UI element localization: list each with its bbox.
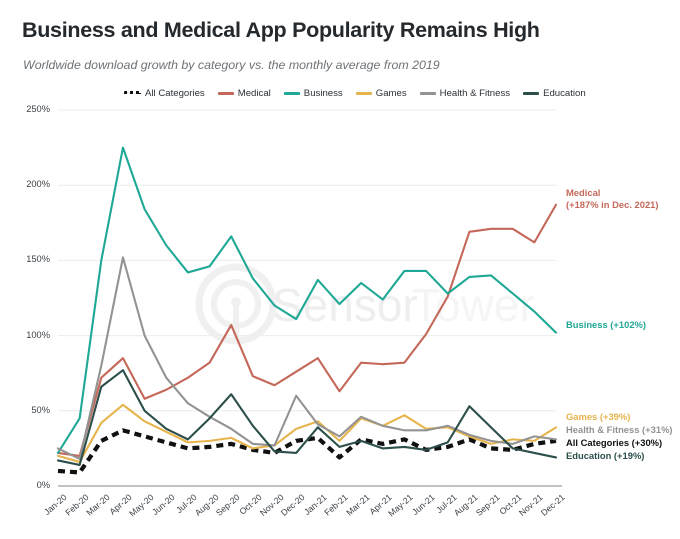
series-line-games [56, 403, 558, 463]
y-axis-tick-label: 100% [26, 329, 50, 340]
annotation-health-fitness: Health & Fitness (+31%) [566, 424, 673, 436]
series-line-education [56, 369, 558, 466]
series-line-all-categories [57, 428, 557, 475]
y-axis-tick-label: 200% [26, 179, 50, 190]
annotation-line-1: All Categories (+30%) [566, 437, 663, 448]
y-axis-tick-label: 50% [31, 404, 50, 415]
chart-plot-area: Sensor Tower 0% 50% 100% 150% 200% 250% Jan-20 F… [0, 0, 680, 539]
annotation-education: Education (+19%) [566, 450, 644, 462]
svg-text:Sensor: Sensor [272, 279, 418, 331]
y-axis-tick-label: 0% [36, 480, 50, 490]
svg-text:Tower: Tower [412, 279, 535, 331]
annotation-line-2: (+187% in Dec. 2021) [566, 198, 659, 210]
annotation-line-1: Medical [566, 187, 601, 198]
annotation-line-1: Education (+19%) [566, 450, 645, 461]
annotation-all-categories: All Categories (+30%) [566, 437, 662, 449]
annotation-line-1: Business (+102%) [566, 319, 646, 330]
y-axis-tick-label: 150% [26, 254, 50, 265]
annotation-line-1: Health & Fitness (+31%) [566, 424, 673, 435]
annotation-business: Business (+102%) [566, 319, 646, 331]
y-axis-tick-label: 250% [26, 104, 50, 114]
annotation-games: Games (+39%) [566, 411, 630, 423]
annotation-line-1: Games (+39%) [566, 411, 631, 422]
annotation-medical: Medical (+187% in Dec. 2021) [566, 187, 659, 210]
watermark: SensorTower [195, 263, 535, 345]
